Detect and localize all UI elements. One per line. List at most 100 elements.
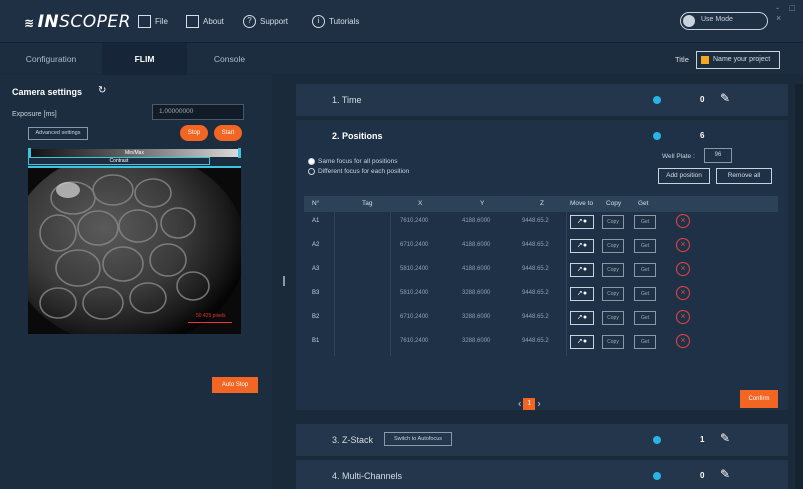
position-y: 4188.6000 [462,218,491,224]
positions-table-header: N° Tag X Y Z Move to Copy Get [304,196,778,212]
position-y: 3288.6000 [462,338,491,344]
project-title-input[interactable]: Name your project [696,51,780,69]
cell-image [28,168,241,334]
tab-configuration[interactable]: Configuration [0,43,102,75]
edit-pencil-icon[interactable]: ✎ [720,91,730,105]
tab-flim[interactable]: FLIM [102,43,187,75]
app-logo: ≋ INSCOPER [24,12,131,32]
edit-pencil-icon[interactable]: ✎ [720,467,730,481]
well-plate-select[interactable]: 96 [704,148,732,163]
delete-icon[interactable]: × [676,334,690,348]
move-to-button[interactable]: ➚● [570,239,594,253]
about-icon [186,15,199,28]
copy-button[interactable]: Copy [602,215,624,229]
position-y: 4188.6000 [462,242,491,248]
get-button[interactable]: Get [634,263,656,277]
move-to-button[interactable]: ➚● [570,263,594,277]
table-row: B1 7610.2400 3288.6000 9448.65.2 ➚● Copy Get × [304,332,778,352]
exposure-input[interactable]: 1.00000000 [152,104,244,120]
scale-bar-label: 50.425 pixels [196,313,226,319]
copy-button[interactable]: Copy [602,263,624,277]
table-row: A3 5810.2400 4188.6000 9448.65.2 ➚● Copy Get × [304,260,778,280]
next-page-icon[interactable]: › [537,399,540,410]
page-number[interactable]: 1 [523,398,536,410]
stop-button[interactable]: Stop [180,125,208,141]
auto-stop-button[interactable]: Auto Stop [212,377,258,393]
get-button[interactable]: Get [634,287,656,301]
min-max-slider[interactable]: Min/Max [28,148,241,158]
add-position-button[interactable]: Add position [658,168,710,184]
table-row: A2 6710.2400 4188.6000 9448.65.2 ➚● Copy Get × [304,236,778,256]
section-time[interactable]: 1. Time 0 ✎ [296,84,788,116]
table-row: B2 6710.2400 3288.6000 9448.65.2 ➚● Copy Get × [304,308,778,328]
title-color-swatch [701,56,709,64]
delete-icon[interactable]: × [676,238,690,252]
prev-page-icon[interactable]: ‹ [518,399,521,410]
position-name: B2 [312,314,320,320]
delete-icon[interactable]: × [676,286,690,300]
panel-splitter[interactable] [283,276,285,286]
section-z-stack[interactable]: 3. Z-Stack Switch to Autofocus 1 ✎ [296,424,788,456]
copy-button[interactable]: Copy [602,335,624,349]
acquisition-panel: 1. Time 0 ✎ 2. Positions 6 Same focus fo… [296,84,788,489]
menu-about[interactable]: About [186,15,224,28]
position-name: A1 [312,218,320,224]
copy-button[interactable]: Copy [602,239,624,253]
support-icon: ? [243,15,256,28]
move-to-button[interactable]: ➚● [570,335,594,349]
use-mode-toggle[interactable]: Use Mode [680,12,768,30]
tab-console[interactable]: Console [187,43,272,75]
move-to-button[interactable]: ➚● [570,287,594,301]
camera-panel: Camera settings ↻ Exposure [ms] 1.000000… [0,75,272,489]
tab-bar: Configuration FLIM Console Title Name yo… [0,42,803,75]
position-x: 6710.2400 [400,242,429,248]
position-name: B3 [312,290,320,296]
contrast-bar[interactable]: Contrast [28,157,210,165]
delete-icon[interactable]: × [676,214,690,228]
exposure-label: Exposure [ms] [12,111,57,118]
title-label: Title [675,55,689,64]
positions-table: A1 7610.2400 4188.6000 9448.65.2 ➚● Copy Get × A… [304,212,778,356]
menu-file[interactable]: File [138,15,168,28]
switch-autofocus-button[interactable]: Switch to Autofocus [384,432,452,446]
delete-icon[interactable]: × [676,310,690,324]
radio-same-focus[interactable]: Same focus for all positions [308,158,397,165]
section-multi-channels[interactable]: 4. Multi-Channels 0 ✎ [296,460,788,489]
get-button[interactable]: Get [634,311,656,325]
start-button[interactable]: Start [214,125,242,141]
menu-support[interactable]: ? Support [243,15,288,28]
get-button[interactable]: Get [634,335,656,349]
radio-selected-icon [308,158,315,165]
menu-tutorials[interactable]: i Tutorials [312,15,359,28]
copy-button[interactable]: Copy [602,287,624,301]
position-z: 9448.65.2 [522,314,549,320]
scrollbar[interactable] [795,84,803,489]
move-to-button[interactable]: ➚● [570,215,594,229]
window-controls[interactable]: - □ × [776,3,803,23]
table-row: B3 5810.2400 3288.6000 9448.65.2 ➚● Copy Get × [304,284,778,304]
position-name: A3 [312,266,320,272]
get-button[interactable]: Get [634,215,656,229]
position-z: 9448.65.2 [522,290,549,296]
copy-button[interactable]: Copy [602,311,624,325]
file-icon [138,15,151,28]
radio-unselected-icon [308,168,315,175]
move-to-button[interactable]: ➚● [570,311,594,325]
info-icon: i [312,15,325,28]
camera-settings-title: Camera settings [12,87,83,97]
scale-bar [188,322,232,323]
status-dot [653,132,661,140]
position-y: 3288.6000 [462,290,491,296]
well-plate-label: Well Plate : [662,153,695,160]
confirm-button[interactable]: Confirm [740,390,778,408]
remove-all-button[interactable]: Remove all [716,168,772,184]
position-x: 6710.2400 [400,314,429,320]
refresh-icon[interactable]: ↻ [98,85,106,96]
edit-pencil-icon[interactable]: ✎ [720,431,730,445]
delete-icon[interactable]: × [676,262,690,276]
position-x: 7610.2400 [400,338,429,344]
advanced-settings-button[interactable]: Advanced settings [28,127,88,140]
get-button[interactable]: Get [634,239,656,253]
position-x: 5810.2400 [400,266,429,272]
radio-different-focus[interactable]: Different focus for each position [308,168,409,175]
